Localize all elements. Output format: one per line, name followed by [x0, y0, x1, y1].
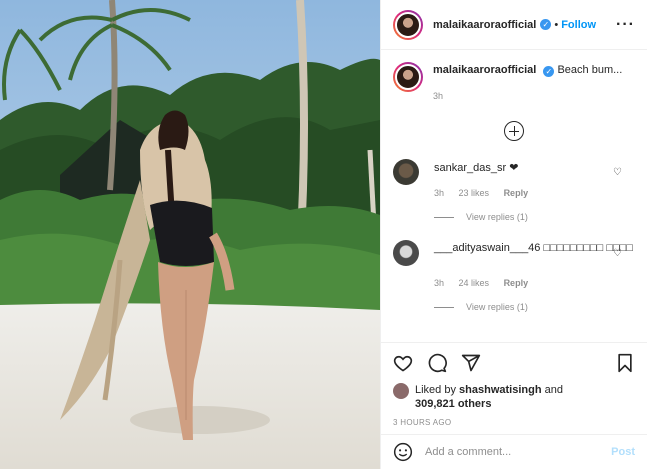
separator-dot: •: [554, 18, 559, 31]
emoji-icon[interactable]: [393, 442, 413, 462]
author-username[interactable]: malaikaaroraofficial: [433, 19, 536, 31]
comment-input[interactable]: Add a comment...: [425, 446, 611, 458]
caption-age: 3h: [433, 91, 444, 101]
view-replies-button[interactable]: View replies (1): [434, 212, 635, 222]
like-comment-heart-icon[interactable]: ♡: [613, 248, 623, 259]
likes-count[interactable]: 309,821 others: [415, 398, 491, 410]
caption-text: Beach bum...: [557, 64, 623, 76]
follow-button[interactable]: Follow: [561, 19, 596, 31]
post-photo[interactable]: [0, 0, 380, 469]
verified-badge-icon: ✓: [540, 19, 552, 30]
view-replies-label: View replies (1): [466, 212, 528, 222]
liked-by-and: and: [541, 384, 563, 396]
caption-username[interactable]: malaikaaroraofficial: [433, 64, 536, 76]
comment-age[interactable]: 3h: [434, 278, 444, 288]
author-avatar[interactable]: [393, 9, 423, 40]
likes-summary: Liked by shashwatisingh and 309,821 othe…: [393, 383, 635, 411]
comment-item: sankar_das_sr ❤ 3h 23 likes Reply ♡ View…: [393, 159, 635, 222]
share-paper-plane-icon[interactable]: [461, 353, 481, 373]
add-comment-bar: Add a comment... Post: [381, 434, 647, 469]
divider-line: [434, 216, 454, 218]
caption-avatar[interactable]: [393, 62, 423, 92]
more-options-icon[interactable]: ···: [616, 16, 635, 34]
divider-line: [434, 306, 454, 308]
commenter-username[interactable]: sankar_das_sr: [434, 162, 506, 174]
beach-photo-image: [0, 0, 380, 469]
post-side-panel: malaikaaroraofficial ✓ • Follow ··· mala…: [380, 0, 647, 469]
reply-button[interactable]: Reply: [504, 278, 529, 288]
like-heart-icon[interactable]: [393, 353, 413, 373]
commenter-username[interactable]: ___adityaswain___46: [434, 242, 540, 254]
view-replies-label: View replies (1): [466, 302, 528, 312]
liked-by-prefix: Liked by: [415, 384, 460, 396]
liker-avatar[interactable]: [393, 383, 409, 399]
save-bookmark-icon[interactable]: [615, 353, 635, 373]
comment-item: ___adityaswain___46 □□□□□□□□□ □□□□ 3h 24…: [393, 240, 635, 312]
reply-button[interactable]: Reply: [504, 188, 529, 198]
post-actions: Liked by shashwatisingh and 309,821 othe…: [381, 342, 647, 434]
liker-username[interactable]: shashwatisingh: [459, 384, 542, 396]
comment-bubble-icon[interactable]: [427, 353, 447, 373]
comment-likes[interactable]: 23 likes: [459, 188, 490, 198]
post-timestamp[interactable]: 3 HOURS AGO: [393, 418, 635, 427]
verified-badge-icon: ✓: [543, 66, 555, 77]
like-comment-heart-icon[interactable]: ♡: [613, 167, 623, 178]
comments-section: malaikaaroraofficial ✓ Beach bum... 3h s…: [381, 50, 647, 342]
commenter-avatar[interactable]: [393, 240, 419, 266]
caption: malaikaaroraofficial ✓ Beach bum... 3h: [393, 62, 635, 101]
view-replies-button[interactable]: View replies (1): [434, 302, 635, 312]
comment-text: ❤: [509, 162, 519, 174]
load-more-comments-icon[interactable]: [504, 121, 524, 141]
comment-age[interactable]: 3h: [434, 188, 444, 198]
post-header: malaikaaroraofficial ✓ • Follow ···: [381, 0, 647, 50]
post-comment-button[interactable]: Post: [611, 446, 635, 458]
commenter-avatar[interactable]: [393, 159, 419, 185]
comment-likes[interactable]: 24 likes: [459, 278, 490, 288]
